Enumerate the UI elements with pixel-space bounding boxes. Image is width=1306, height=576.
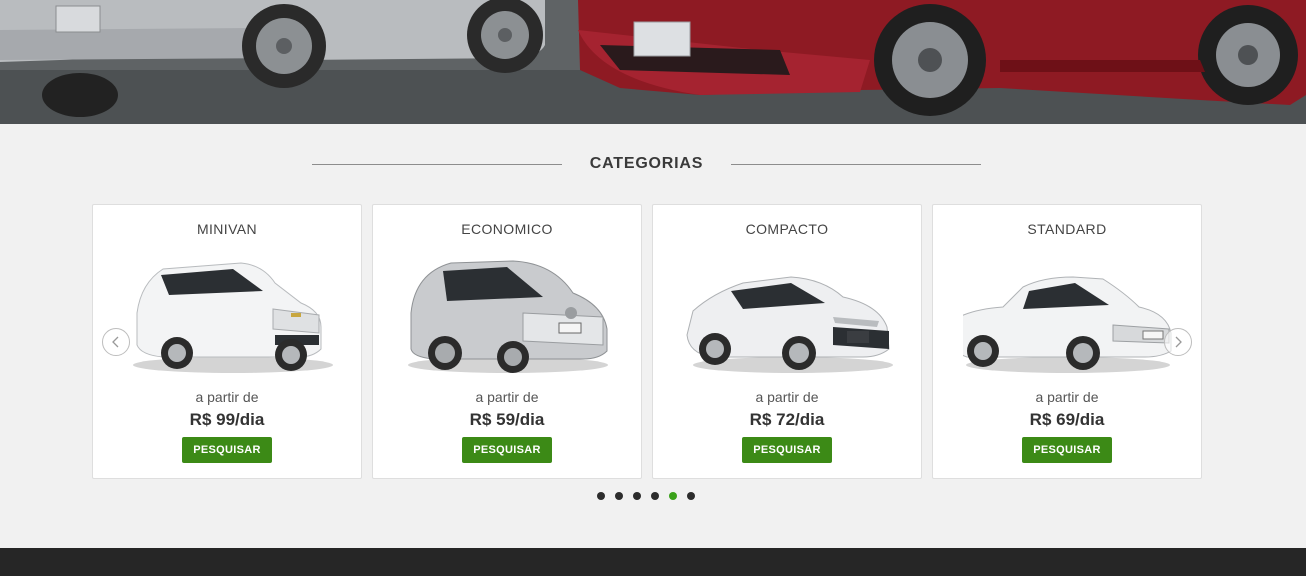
- category-card-minivan[interactable]: MINIVAN a partir de R$ 99/dia PESQUISAR: [92, 204, 362, 479]
- daily-price: R$ 99/dia: [189, 410, 265, 429]
- heading-divider-right: [731, 164, 981, 165]
- daily-price: R$ 69/dia: [1029, 410, 1105, 429]
- hero-banner: [0, 0, 1306, 124]
- search-button-minivan[interactable]: PESQUISAR: [182, 437, 272, 463]
- carousel-pagination: [597, 492, 695, 502]
- category-name: ECONOMICO: [461, 221, 553, 237]
- price-prefix: a partir de: [755, 389, 819, 405]
- category-name: COMPACTO: [745, 221, 829, 237]
- search-button-standard[interactable]: PESQUISAR: [1022, 437, 1112, 463]
- footer-bar: [0, 548, 1306, 576]
- economico-car-image: [408, 260, 608, 373]
- chevron-right-icon: [1175, 336, 1182, 348]
- search-button-compacto[interactable]: PESQUISAR: [742, 437, 832, 463]
- category-name: MINIVAN: [196, 221, 258, 237]
- carousel-dot[interactable]: [687, 492, 695, 500]
- carousel-dot[interactable]: [615, 492, 623, 500]
- category-card-economico[interactable]: ECONOMICO a partir de R$ 59/dia PESQUISA…: [372, 204, 642, 479]
- categories-heading: CATEGORIAS: [0, 152, 1306, 176]
- price-prefix: a partir de: [195, 389, 259, 405]
- section-title: CATEGORIAS: [589, 155, 704, 172]
- carousel-dot[interactable]: [597, 492, 605, 500]
- chevron-left-icon: [112, 336, 119, 348]
- daily-price: R$ 59/dia: [469, 410, 545, 429]
- standard-car-image: [963, 276, 1172, 373]
- minivan-car-image: [133, 262, 333, 373]
- category-card-compacto[interactable]: COMPACTO a partir de R$ 72/dia PESQUISAR: [652, 204, 922, 479]
- search-button-economico[interactable]: PESQUISAR: [462, 437, 552, 463]
- category-card-standard[interactable]: STANDARD a partir de R$ 69/dia PESQUISAR: [932, 204, 1202, 479]
- compacto-car-image: [686, 276, 893, 373]
- carousel-dot[interactable]: [633, 492, 641, 500]
- carousel-next-button[interactable]: [1164, 328, 1192, 356]
- heading-divider-left: [312, 164, 562, 165]
- carousel-dot[interactable]: [651, 492, 659, 500]
- carousel-dot-active[interactable]: [669, 492, 677, 500]
- carousel-prev-button[interactable]: [102, 328, 130, 356]
- hero-cars-image: [0, 0, 1306, 124]
- price-prefix: a partir de: [475, 389, 539, 405]
- daily-price: R$ 72/dia: [749, 410, 825, 429]
- price-prefix: a partir de: [1035, 389, 1099, 405]
- category-name: STANDARD: [1027, 221, 1107, 237]
